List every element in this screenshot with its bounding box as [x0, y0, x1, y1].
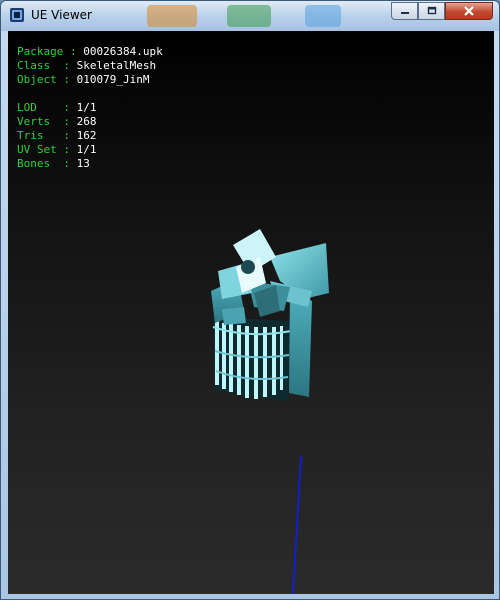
- window-title: UE Viewer: [31, 8, 92, 22]
- close-icon: [464, 6, 474, 16]
- 3d-viewport[interactable]: Package : 00026384.upk Class : SkeletalM…: [8, 31, 494, 594]
- title-bar[interactable]: UE Viewer: [1, 1, 499, 31]
- background-glimpse: [305, 5, 341, 27]
- app-icon: [10, 8, 24, 22]
- mesh-render: [211, 229, 329, 594]
- maximize-button[interactable]: [418, 2, 445, 20]
- skeletal-mesh-model: [211, 229, 329, 401]
- maximize-icon: [427, 6, 436, 15]
- z-axis-line: [292, 455, 302, 594]
- minimize-button[interactable]: [391, 2, 418, 20]
- background-glimpse: [147, 5, 197, 27]
- close-button[interactable]: [445, 2, 493, 20]
- background-glimpse: [227, 5, 271, 27]
- app-window: UE Viewer Package : 00026384.upk Class :…: [0, 0, 500, 600]
- minimize-icon: [400, 12, 409, 14]
